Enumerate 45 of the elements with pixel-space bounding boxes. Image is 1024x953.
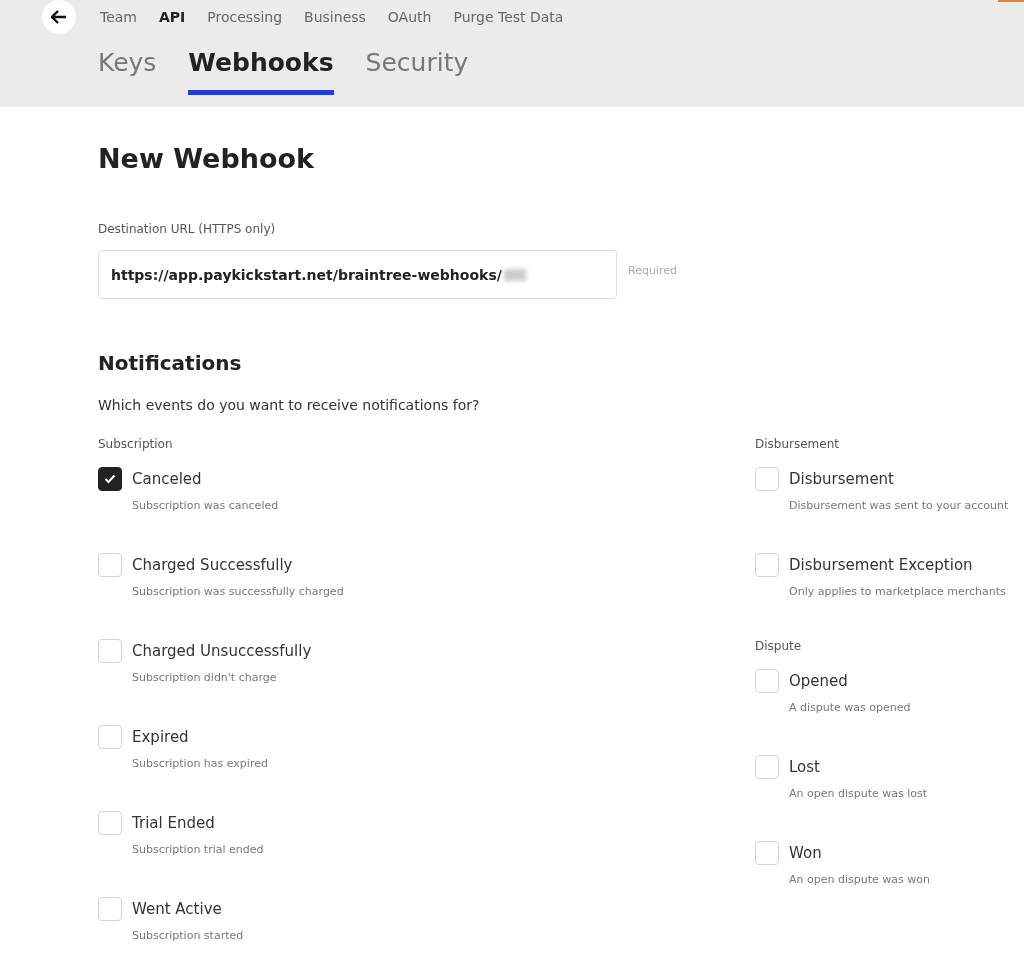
checkbox-description: An open dispute was lost (789, 787, 929, 800)
check-icon (104, 474, 116, 484)
checkbox-label: Expired (132, 728, 189, 746)
tab[interactable]: Security (365, 48, 469, 95)
nav-link[interactable]: Processing (207, 9, 283, 25)
checkbox-description: Subscription trial ended (132, 843, 265, 856)
checkbox-label: Opened (789, 672, 848, 690)
nav-link[interactable]: Team (100, 9, 137, 25)
group-label: Subscription (98, 437, 174, 451)
checkbox-description: Disbursement was sent to your account (789, 499, 1010, 512)
required-hint: Required (628, 264, 677, 277)
checkbox-label: Lost (789, 758, 820, 776)
question-text: Which events do you want to receive notifications for? (98, 397, 481, 413)
checkbox-description: Only applies to marketplace merchants (789, 585, 1007, 598)
checkbox-label: Canceled (132, 470, 202, 488)
checkbox-description: Subscription has expired (132, 757, 269, 770)
back-button[interactable] (42, 0, 76, 34)
nav-link[interactable]: Purge Test Data (453, 9, 564, 25)
nav-link[interactable]: OAuth (387, 9, 432, 25)
group-label: Disbursement (755, 437, 840, 451)
checkbox-description: Subscription started (132, 929, 245, 942)
tab[interactable]: Webhooks (188, 48, 334, 95)
section-heading: Notifications (98, 351, 243, 375)
checkbox-description: Subscription was canceled (132, 499, 280, 512)
checkbox-description: Subscription didn't charge (132, 671, 278, 684)
field-label: Destination URL (HTTPS only) (98, 222, 277, 236)
checkbox-label: Won (789, 844, 822, 862)
url-field[interactable]: https://app.paykickstart.net/braintree-webhooks/ (98, 250, 617, 299)
nav-link[interactable]: Business (304, 9, 366, 25)
checkbox-label: Charged Unsuccessfully (132, 642, 312, 660)
checkbox-description: A dispute was opened (789, 701, 912, 714)
checkbox-label: Disbursement Exception (789, 556, 973, 574)
checkbox[interactable] (98, 467, 122, 491)
page-title: New Webhook (98, 143, 315, 174)
checkbox-description: An open dispute was won (789, 873, 931, 886)
nav-link[interactable]: API (159, 9, 186, 25)
back-arrow-icon (51, 10, 67, 24)
checkbox-label: Went Active (132, 900, 222, 918)
checkbox-label: Charged Successfully (132, 556, 293, 574)
accent-bar (998, 0, 1024, 2)
tab[interactable]: Keys (98, 48, 157, 95)
checkbox-label: Trial Ended (132, 814, 215, 832)
checkbox-label: Disbursement (789, 470, 894, 488)
checkbox-description: Subscription was successfully charged (132, 585, 345, 598)
group-label: Dispute (755, 639, 803, 653)
